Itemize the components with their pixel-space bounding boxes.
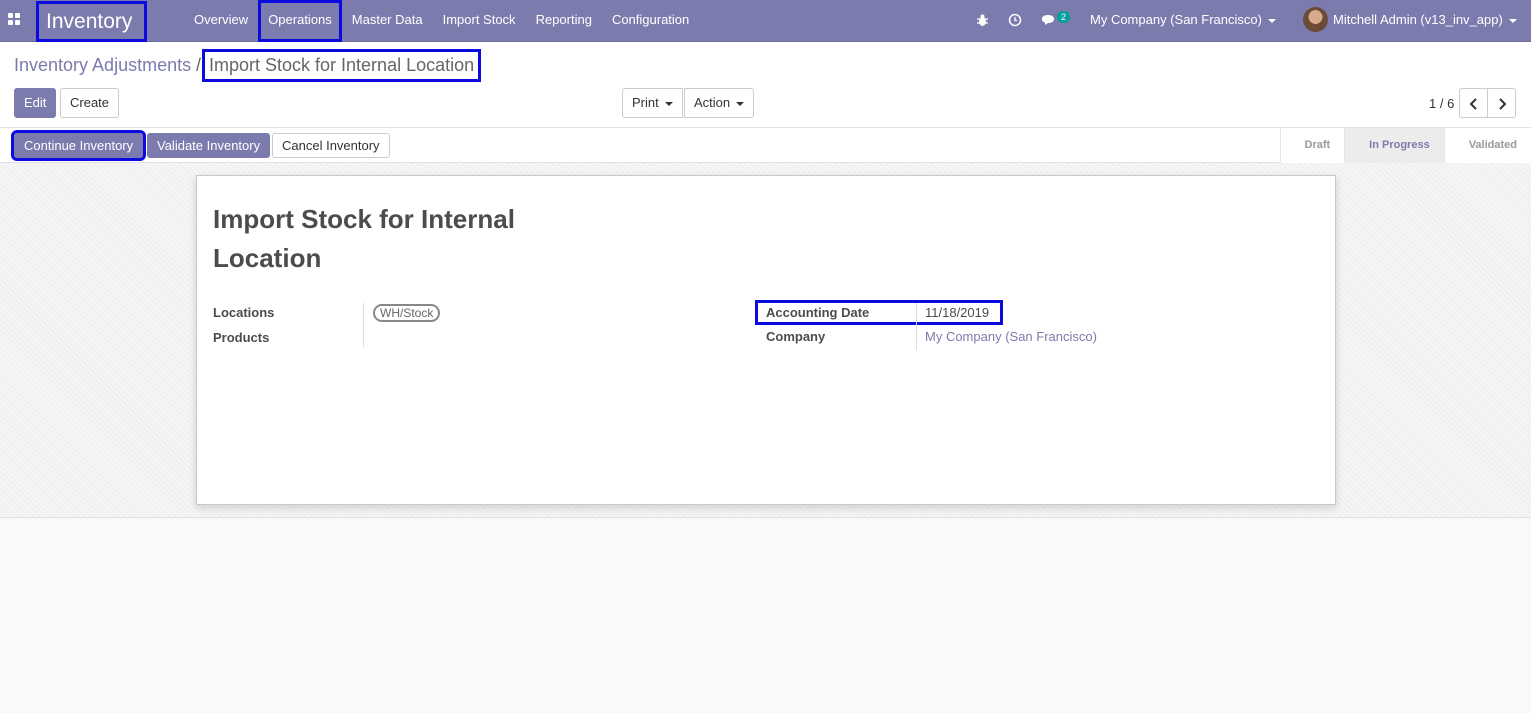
menu-master-data[interactable]: Master Data <box>342 0 433 42</box>
chevron-right-icon <box>1499 98 1507 110</box>
stage-indicator: Draft In Progress Validated <box>1279 128 1531 163</box>
create-button[interactable]: Create <box>60 88 120 118</box>
user-name: Mitchell Admin (v13_inv_app) <box>1333 12 1503 27</box>
breadcrumb-separator: / <box>196 55 202 75</box>
user-avatar[interactable] <box>1303 7 1328 32</box>
accounting-date-field[interactable]: 11/18/2019 <box>925 305 989 320</box>
stage-in-progress: In Progress <box>1344 128 1444 163</box>
cancel-inventory-button[interactable]: Cancel Inventory <box>272 133 390 158</box>
menu-operations[interactable]: Operations <box>258 0 342 42</box>
main-menu: Overview Operations Master Data Import S… <box>184 0 699 42</box>
pager-value[interactable]: 1 / 6 <box>1429 96 1454 111</box>
chevron-down-icon <box>664 101 673 106</box>
messages-chat-icon[interactable]: 2 <box>1041 0 1071 42</box>
company-link[interactable]: My Company (San Francisco) <box>925 329 1097 344</box>
breadcrumb-current: Import Stock for Internal Location <box>202 49 482 82</box>
record-title: Import Stock for Internal Location <box>213 204 515 273</box>
action-label: Action <box>694 95 731 110</box>
chevron-down-icon <box>1508 18 1517 23</box>
print-label: Print <box>632 95 659 110</box>
company-name: My Company (San Francisco) <box>1090 12 1262 27</box>
field-divider <box>916 303 917 350</box>
app-name[interactable]: Inventory <box>36 1 147 42</box>
breadcrumb-parent[interactable]: Inventory Adjustments <box>14 55 191 76</box>
menu-overview[interactable]: Overview <box>184 0 258 42</box>
company-label: Company <box>766 329 826 344</box>
edit-button[interactable]: Edit <box>14 88 57 118</box>
top-navbar: Inventory Overview Operations Master Dat… <box>0 0 1531 42</box>
print-dropdown[interactable]: Print <box>622 88 683 118</box>
accounting-date-label: Accounting Date <box>766 305 870 320</box>
activity-clock-icon[interactable] <box>1008 0 1022 42</box>
form-statusbar: Continue Inventory Validate Inventory Ca… <box>0 128 1531 163</box>
menu-configuration[interactable]: Configuration <box>602 0 699 42</box>
form-sheet: Import Stock for Internal Location Locat… <box>196 175 1336 505</box>
debug-bug-icon[interactable] <box>976 0 989 42</box>
pager-next-button[interactable] <box>1487 88 1516 118</box>
menu-import-stock[interactable]: Import Stock <box>433 0 526 42</box>
action-dropdown[interactable]: Action <box>684 88 755 118</box>
continue-inventory-button[interactable]: Continue Inventory <box>10 130 147 161</box>
field-divider <box>363 303 364 347</box>
stage-draft: Draft <box>1279 128 1345 163</box>
messages-count-badge: 2 <box>1057 11 1071 23</box>
chevron-down-icon <box>736 101 745 106</box>
menu-reporting[interactable]: Reporting <box>526 0 602 42</box>
company-switcher[interactable]: My Company (San Francisco) <box>1090 0 1276 42</box>
products-label: Products <box>213 330 270 345</box>
control-panel: Inventory Adjustments / Import Stock for… <box>0 42 1531 128</box>
stage-validated: Validated <box>1443 128 1531 163</box>
location-tag[interactable]: WH/Stock <box>373 304 441 322</box>
locations-label: Locations <box>213 305 275 320</box>
apps-grid-icon[interactable] <box>8 13 21 26</box>
pager-previous-button[interactable] <box>1459 88 1488 118</box>
chevron-left-icon <box>1469 98 1477 110</box>
user-menu[interactable]: Mitchell Admin (v13_inv_app) <box>1333 0 1517 42</box>
validate-inventory-button[interactable]: Validate Inventory <box>147 133 271 158</box>
chevron-down-icon <box>1267 18 1276 23</box>
